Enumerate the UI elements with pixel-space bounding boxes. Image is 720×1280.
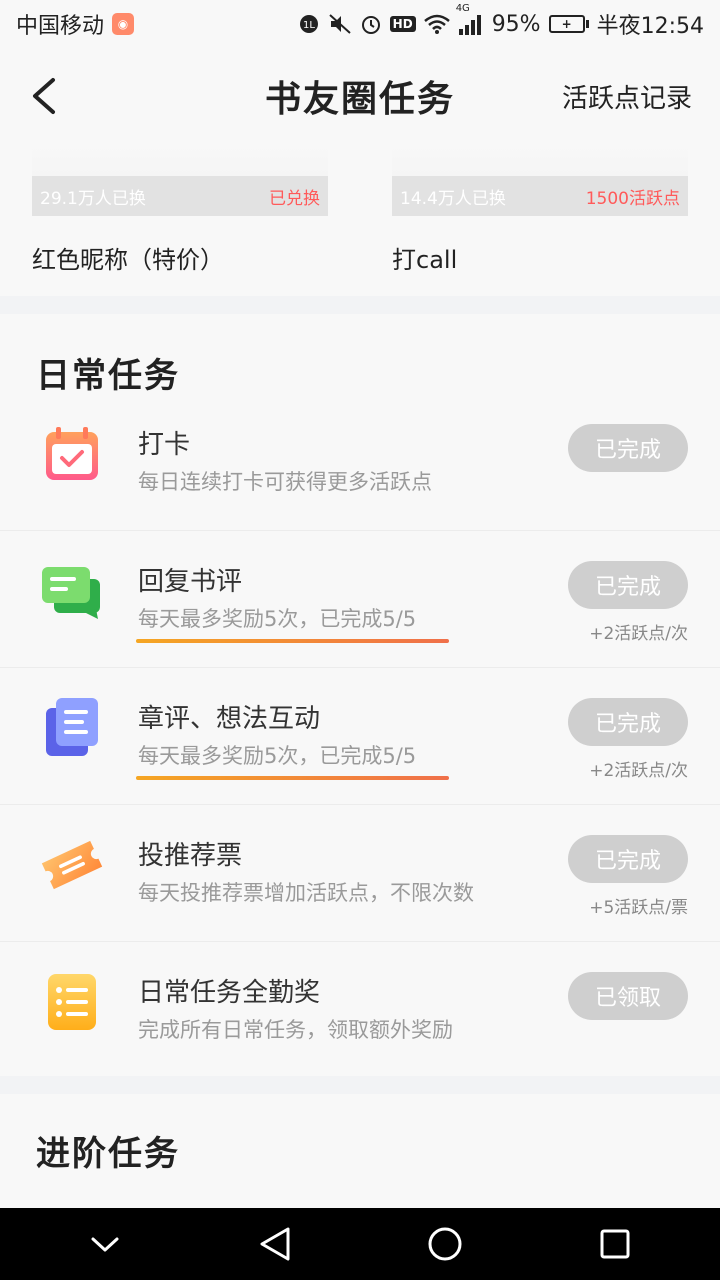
task-description: 完成所有日常任务，领取额外奖励 <box>138 1018 453 1042</box>
square-recents-icon <box>600 1229 630 1259</box>
daily-tasks-section: 日常任务 打卡 每日连续打卡可获得更多活跃点 已完成 回复书评 每天最多奖励5次… <box>0 314 720 1076</box>
reward-exchange-count: 14.4万人已换 <box>400 188 506 209</box>
task-row-attendance-bonus: 日常任务全勤奖 完成所有日常任务，领取额外奖励 已领取 <box>0 942 720 1079</box>
wifi-icon <box>423 14 450 34</box>
app-notification-icon: ◉ <box>112 13 135 35</box>
task-description: 每日连续打卡可获得更多活跃点 <box>138 470 432 494</box>
status-bar: 中国移动 ◉ 1L HD 4G 95% + 半夜12:54 <box>0 0 720 48</box>
task-title: 章评、想法互动 <box>138 704 321 734</box>
dual-sim-icon: 1L <box>298 13 320 35</box>
reward-card[interactable]: 29.1万人已换 已兑换 红色昵称（特价） <box>32 144 328 275</box>
calendar-check-icon <box>40 422 104 486</box>
task-status-button[interactable]: 已完成 <box>568 835 688 883</box>
advanced-tasks-section: 进阶任务 <box>0 1094 720 1208</box>
reward-card[interactable]: 14.4万人已换 1500活跃点 打call <box>392 144 688 275</box>
task-status-button[interactable]: 已完成 <box>568 698 688 746</box>
task-progress-bar <box>136 639 449 643</box>
task-progress-bar <box>136 776 449 780</box>
back-button[interactable] <box>22 74 66 118</box>
battery-icon: + <box>548 15 589 33</box>
reward-name: 打call <box>392 246 458 274</box>
alarm-icon <box>360 13 382 35</box>
task-reward: +2活跃点/次 <box>589 624 688 644</box>
reward-exchange-count: 29.1万人已换 <box>40 188 146 209</box>
reward-image: 29.1万人已换 已兑换 <box>32 144 328 216</box>
header: 书友圈任务 活跃点记录 <box>0 48 720 144</box>
task-reward: +5活跃点/票 <box>589 898 688 918</box>
nav-collapse-button[interactable] <box>75 1214 135 1274</box>
triangle-back-icon <box>260 1227 290 1261</box>
document-stack-icon <box>40 696 104 760</box>
task-title: 日常任务全勤奖 <box>138 978 321 1008</box>
section-title: 进阶任务 <box>36 1134 180 1174</box>
chevron-down-icon <box>91 1237 119 1252</box>
task-row-recommend-ticket: 投推荐票 每天投推荐票增加活跃点，不限次数 已完成 +5活跃点/票 <box>0 805 720 942</box>
task-status-button[interactable]: 已领取 <box>568 972 688 1020</box>
task-row-checkin: 打卡 每日连续打卡可获得更多活跃点 已完成 <box>0 394 720 531</box>
task-description: 每天投推荐票增加活跃点，不限次数 <box>138 881 474 905</box>
circle-home-icon <box>428 1227 462 1261</box>
task-status-button[interactable]: 已完成 <box>568 424 688 472</box>
task-status-button[interactable]: 已完成 <box>568 561 688 609</box>
signal-icon: 4G <box>456 3 484 35</box>
svg-text:1L: 1L <box>303 20 315 31</box>
task-description: 每天最多奖励5次，已完成5/5 <box>138 744 417 768</box>
reward-bar: 14.4万人已换 1500活跃点 <box>392 176 688 216</box>
task-reward: +2活跃点/次 <box>589 761 688 781</box>
reward-name: 红色昵称（特价） <box>32 246 224 274</box>
battery-percent: 95% <box>491 11 541 37</box>
carrier-name: 中国移动 <box>16 14 105 39</box>
clock: 半夜12:54 <box>596 14 704 39</box>
task-title: 打卡 <box>138 430 191 460</box>
chevron-left-icon <box>33 78 55 114</box>
nav-recents-button[interactable] <box>585 1214 645 1274</box>
task-title: 回复书评 <box>138 567 243 597</box>
reward-price: 已兑换 <box>269 188 320 209</box>
mute-icon <box>328 13 352 35</box>
reward-price: 1500活跃点 <box>585 188 680 209</box>
task-title: 投推荐票 <box>138 841 243 871</box>
nav-back-button[interactable] <box>245 1214 305 1274</box>
nav-home-button[interactable] <box>415 1214 475 1274</box>
task-row-reply-review: 回复书评 每天最多奖励5次，已完成5/5 已完成 +2活跃点/次 <box>0 531 720 668</box>
checklist-icon <box>40 970 104 1034</box>
chat-bubbles-icon <box>40 559 104 623</box>
system-nav-bar <box>0 1208 720 1280</box>
task-description: 每天最多奖励5次，已完成5/5 <box>138 607 417 631</box>
activity-record-link[interactable]: 活跃点记录 <box>562 78 692 115</box>
reward-bar: 29.1万人已换 已兑换 <box>32 176 328 216</box>
reward-image: 14.4万人已换 1500活跃点 <box>392 144 688 216</box>
hd-icon: HD <box>389 16 416 32</box>
task-list: 打卡 每日连续打卡可获得更多活跃点 已完成 回复书评 每天最多奖励5次，已完成5… <box>0 394 720 1079</box>
task-row-chapter-comment: 章评、想法互动 每天最多奖励5次，已完成5/5 已完成 +2活跃点/次 <box>0 668 720 805</box>
rewards-strip: 29.1万人已换 已兑换 红色昵称（特价） 14.4万人已换 1500活跃点 打… <box>0 144 720 296</box>
network-type: 4G <box>455 3 470 14</box>
ticket-icon <box>40 833 104 897</box>
section-title: 日常任务 <box>36 356 180 396</box>
